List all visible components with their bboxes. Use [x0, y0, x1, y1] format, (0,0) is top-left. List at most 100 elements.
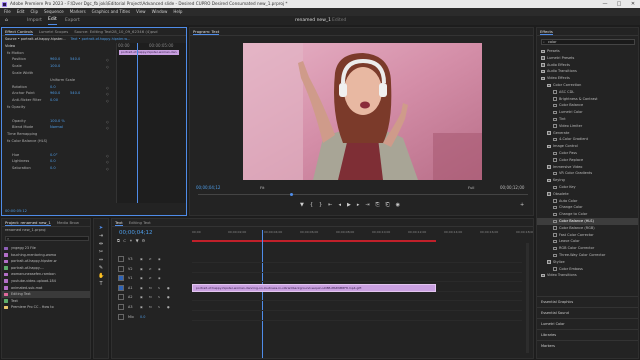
effects-folder[interactable]: Stylize	[537, 259, 638, 266]
mute-icon[interactable]: M	[149, 303, 152, 311]
timeline-vertical-scrollbar[interactable]	[526, 243, 529, 353]
property-value[interactable]: 0.0°	[50, 152, 70, 159]
program-timecode[interactable]: 00;00;04;12	[196, 185, 220, 190]
project-item[interactable]: portrait-of-happy-hipster-w	[2, 258, 90, 265]
tab-lumetri-scopes[interactable]: Lumetri Scopes	[39, 28, 68, 35]
menu-window[interactable]: Window	[152, 8, 168, 16]
tab-program[interactable]: Program: Text	[193, 28, 220, 35]
project-item[interactable]: Text	[2, 298, 90, 305]
menu-view[interactable]: View	[136, 8, 146, 16]
tab-import[interactable]: Import	[27, 16, 42, 25]
project-item[interactable]: youtube-video-upload-184	[2, 278, 90, 285]
project-item[interactable]: touching-mentoring-woma	[2, 252, 90, 259]
menu-markers[interactable]: Markers	[70, 8, 86, 16]
source-patch-toggle[interactable]	[118, 294, 124, 301]
track-lane[interactable]	[192, 274, 522, 283]
step-forward-icon[interactable]: ▸	[357, 202, 360, 208]
effects-folder[interactable]: Keying	[537, 177, 638, 184]
in-point-icon[interactable]: {	[310, 202, 313, 208]
program-video-frame[interactable]	[243, 43, 482, 180]
property-value[interactable]: 0.0	[50, 84, 70, 91]
effect-item[interactable]: Fast Color Corrector	[537, 232, 638, 239]
go-to-out-icon[interactable]: ⇥	[365, 202, 369, 208]
snap-icon[interactable]: ⊂	[123, 238, 126, 243]
effect-item[interactable]: Three-Way Color Corrector	[537, 252, 638, 259]
source-patch-toggle[interactable]	[118, 284, 124, 291]
effects-folder[interactable]: Generate	[537, 130, 638, 137]
go-to-in-icon[interactable]: ⇤	[328, 202, 332, 208]
lock-icon[interactable]: ▣	[140, 303, 143, 311]
mic-icon[interactable]: ●	[167, 293, 170, 301]
effect-item[interactable]: Video Limiter	[537, 123, 638, 130]
eye-icon[interactable]: ◉	[158, 274, 161, 282]
mute-icon[interactable]: M	[149, 293, 152, 301]
menu-file[interactable]: File	[4, 8, 11, 16]
effect-item[interactable]: Tint	[537, 116, 638, 123]
effects-folder[interactable]: Video Transitions	[537, 272, 638, 279]
property-value[interactable]: 960.0	[50, 56, 70, 63]
property-value[interactable]: 100.0	[50, 63, 70, 70]
effects-folder[interactable]: Color Correction	[537, 82, 638, 89]
slip-tool-icon[interactable]: ⇔	[98, 257, 104, 263]
timeline-video-clip[interactable]: portrait-of-happy-hipster-woman-dancing-…	[192, 284, 436, 292]
effects-search-input[interactable]: ⌕ color	[541, 39, 635, 45]
property-value[interactable]: Normal	[50, 124, 70, 131]
effect-item[interactable]: Color Emboss	[537, 266, 638, 273]
project-item[interactable]: portrait-of-happy-...	[2, 265, 90, 272]
clip-selector[interactable]: Source • portrait-of-happy-hipster... Te…	[2, 36, 186, 43]
track-select-tool-icon[interactable]: ⇥	[98, 233, 104, 239]
project-search-input[interactable]: ⌕	[5, 236, 89, 241]
panel-essential-sound[interactable]: Essential Sound	[537, 307, 638, 318]
lock-icon[interactable]: ▣	[140, 265, 143, 273]
effect-item[interactable]: Color Balance (HLS)	[537, 217, 638, 225]
eye-icon[interactable]: ◉	[158, 255, 161, 263]
lock-icon[interactable]: ▣	[140, 255, 143, 263]
tab-media-browser[interactable]: Media Brow	[57, 219, 79, 226]
home-icon[interactable]: ⌂	[5, 16, 8, 25]
timeline-timecode[interactable]: 00;00;04;12	[119, 230, 153, 236]
effect-item[interactable]: RGB Color Corrector	[537, 245, 638, 252]
property-value[interactable]: 0.00	[50, 97, 70, 104]
effect-item[interactable]: Color Pass	[537, 150, 638, 157]
effect-item[interactable]: VR Color Gradients	[537, 170, 638, 177]
out-point-icon[interactable]: }	[319, 202, 322, 208]
program-scrubber[interactable]	[198, 193, 528, 198]
project-item[interactable]: yngegg 23 File	[2, 245, 90, 252]
sync-icon[interactable]: ⇄	[149, 265, 152, 273]
property-value[interactable]: 960.0	[50, 90, 70, 97]
minimize-button[interactable]: —	[598, 0, 612, 8]
lock-icon[interactable]: ▣	[140, 274, 143, 282]
effects-folder[interactable]: Video Effects	[537, 75, 638, 82]
zoom-fit-select[interactable]: Fit	[260, 185, 264, 190]
menu-help[interactable]: Help	[173, 8, 182, 16]
sync-icon[interactable]: ⇄	[149, 255, 152, 263]
nest-icon[interactable]: ⧉	[117, 238, 120, 243]
effects-folder[interactable]: Presets	[537, 48, 638, 55]
menu-sequence[interactable]: Sequence	[44, 8, 64, 16]
selection-tool-icon[interactable]: ➤	[98, 225, 104, 231]
maximize-button[interactable]: □	[612, 0, 626, 8]
add-marker-icon[interactable]: ▼	[136, 238, 139, 243]
lock-icon[interactable]: ▣	[140, 293, 143, 301]
effect-item[interactable]: ASC CDL	[537, 89, 638, 96]
effects-folder[interactable]: Immersive Video	[537, 164, 638, 171]
solo-icon[interactable]: S	[158, 284, 160, 292]
hand-tool-icon[interactable]: ✋	[98, 273, 104, 279]
solo-icon[interactable]: S	[158, 293, 160, 301]
project-item[interactable]: Editing Text	[2, 291, 90, 298]
tab-project[interactable]: Project: renamed new_1	[5, 219, 51, 226]
ripple-edit-tool-icon[interactable]: ⇹	[98, 241, 104, 247]
panel-markers[interactable]: Markers	[537, 340, 638, 351]
tab-export[interactable]: Export	[65, 16, 80, 25]
effect-item[interactable]: Color Replace	[537, 157, 638, 164]
tab-source[interactable]: Source: Editing Text28_10_09_62346 (4)ps…	[74, 28, 157, 35]
effect-item[interactable]: Leave Color	[537, 238, 638, 245]
tab-effect-controls[interactable]: Effect Controls	[5, 28, 33, 35]
linked-selection-icon[interactable]: ⚭	[129, 238, 132, 243]
timeline-settings-icon[interactable]: ⚙	[142, 238, 146, 243]
property-value[interactable]: 0.0	[50, 165, 70, 172]
property-value[interactable]: 100.0 %	[50, 118, 70, 125]
mute-icon[interactable]: M	[149, 284, 152, 292]
panel-essential-graphics[interactable]: Essential Graphics	[537, 296, 638, 307]
property-value[interactable]: 0.0	[50, 158, 70, 165]
